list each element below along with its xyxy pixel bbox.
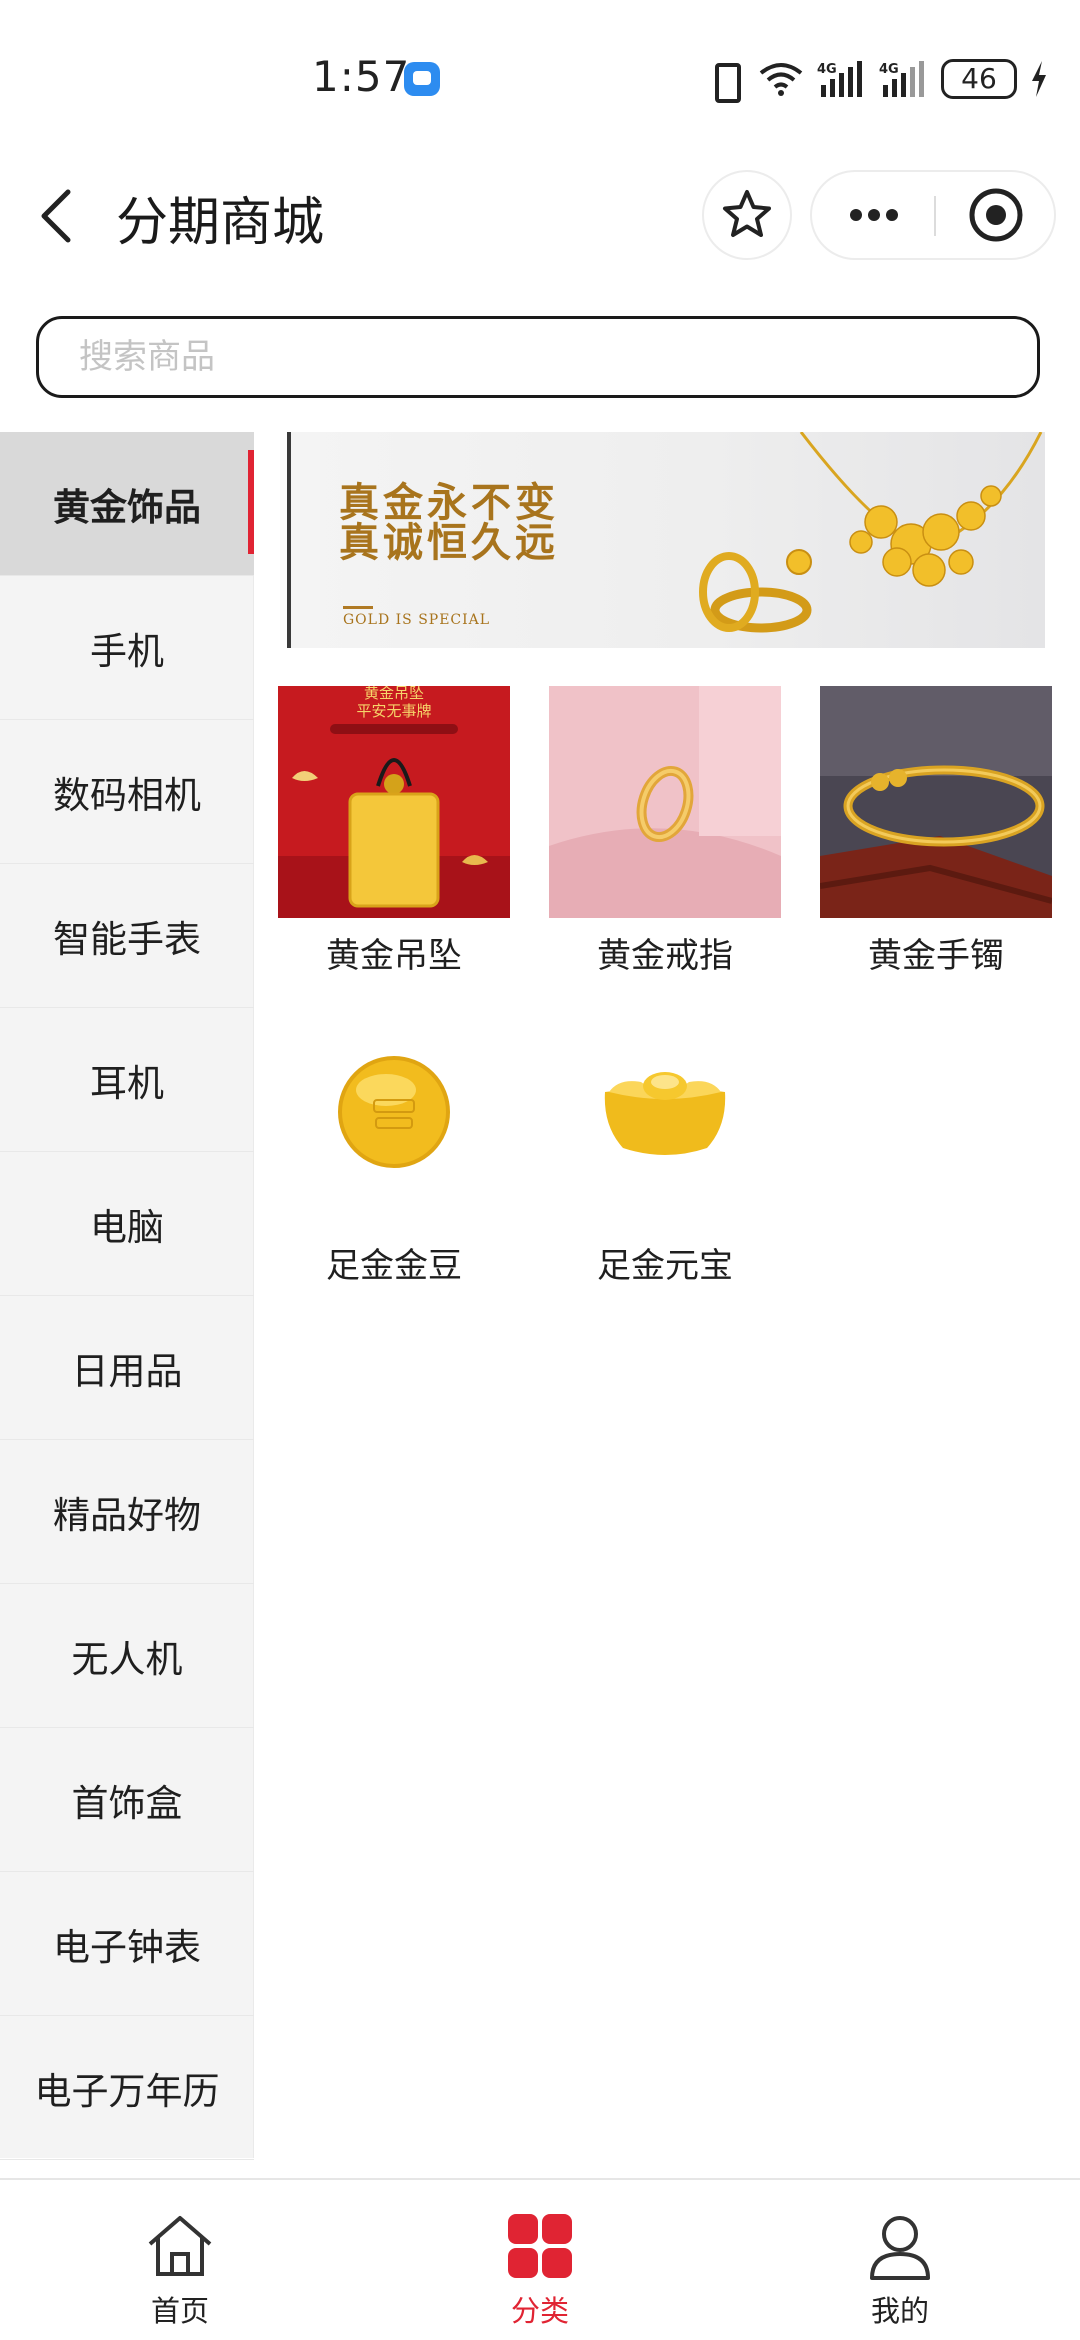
message-notification-icon [404, 62, 440, 96]
search-input[interactable] [79, 331, 979, 383]
wifi-icon [759, 63, 803, 96]
product-image [278, 1008, 510, 1240]
svg-text:4G: 4G [817, 62, 837, 77]
banner-rule [343, 606, 373, 609]
status-icons: 4G 4G 46 [705, 56, 1049, 103]
tab-label: 首页 [150, 2294, 209, 2328]
sidebar-item-label: 无人机 [71, 1637, 183, 1681]
sidebar-item-label: 首饰盒 [71, 1781, 183, 1825]
target-close-icon [969, 188, 1023, 242]
back-button[interactable] [30, 184, 90, 248]
banner-headline: 真诚恒久远 [339, 519, 559, 566]
charging-icon [1032, 61, 1046, 97]
sidebar-item-cameras[interactable]: 数码相机 [0, 720, 254, 864]
signal-4g-icon: 4G [817, 61, 862, 97]
sidebar-item-computers[interactable]: 电脑 [0, 1152, 254, 1296]
signal-4g-icon: 4G [879, 61, 924, 97]
tab-profile[interactable]: 我的 [800, 2180, 1000, 2340]
sidebar-item-label: 日用品 [71, 1349, 183, 1393]
svg-text:黄金吊坠: 黄金吊坠 [364, 686, 424, 702]
status-time: 1:57 [312, 52, 411, 101]
product-name: 黄金手镯 [868, 936, 1004, 976]
product-name: 黄金吊坠 [326, 936, 462, 976]
more-dots-icon [850, 209, 898, 221]
gold-necklace-rings-illustration [699, 432, 1043, 633]
product-image [549, 686, 781, 918]
star-icon [723, 190, 771, 237]
sidebar-item-label: 黄金饰品 [53, 485, 201, 529]
svg-text:平安无事牌: 平安无事牌 [356, 702, 431, 720]
status-bar: 1:57 4G 4G 46 [0, 0, 1080, 150]
battery-icon: 46 [941, 59, 1017, 99]
mini-program-capsule [810, 170, 1056, 260]
sidebar-item-electronic-clocks[interactable]: 电子钟表 [0, 1872, 254, 2016]
sidebar-item-label: 精品好物 [53, 1493, 201, 1537]
svg-text:4G: 4G [879, 62, 899, 77]
tab-home[interactable]: 首页 [80, 2180, 280, 2340]
sidebar-item-label: 电脑 [90, 1205, 164, 1249]
sidebar-item-label: 电子钟表 [53, 1925, 201, 1969]
gold-pendant-image: 黄金吊坠 平安无事牌 [278, 686, 510, 918]
tab-label: 我的 [870, 2294, 929, 2328]
tab-label: 分类 [510, 2294, 569, 2328]
product-name: 足金金豆 [326, 1246, 462, 1286]
category-sidebar: 黄金饰品 手机 数码相机 智能手表 耳机 电脑 日用品 精品好物 无人机 首饰盒… [0, 432, 254, 2160]
sidebar-item-label: 耳机 [90, 1061, 164, 1105]
category-icon [508, 2214, 572, 2278]
product-image [820, 686, 1052, 918]
bottom-tab-bar: 首页 分类 我的 [0, 2178, 1080, 2340]
product-card-gold-bracelet[interactable]: 黄金手镯 [820, 686, 1052, 986]
product-image [549, 1008, 781, 1240]
search-bar[interactable] [36, 316, 1040, 398]
product-name: 足金元宝 [597, 1246, 733, 1286]
back-arrow-icon [41, 189, 71, 243]
sidebar-item-label: 数码相机 [53, 773, 201, 817]
sidebar-item-earphones[interactable]: 耳机 [0, 1008, 254, 1152]
gold-ring-image [549, 686, 781, 918]
product-card-gold-ingot[interactable]: 足金元宝 [549, 1008, 781, 1298]
nav-bar: 分期商城 [0, 150, 1080, 280]
sidebar-item-premium-goods[interactable]: 精品好物 [0, 1440, 254, 1584]
sidebar-item-label: 电子万年历 [34, 2069, 220, 2113]
promo-banner[interactable]: 真金永不变 真诚恒久远 GOLD IS SPECIAL [287, 432, 1045, 648]
banner-subtitle: GOLD IS SPECIAL [343, 612, 491, 628]
product-card-gold-bean[interactable]: 足金金豆 [278, 1008, 510, 1298]
tab-category[interactable]: 分类 [440, 2180, 640, 2340]
sidebar-item-phones[interactable]: 手机 [0, 576, 254, 720]
close-mini-program-button[interactable] [936, 172, 1056, 258]
product-card-gold-ring[interactable]: 黄金戒指 [549, 686, 781, 986]
sidebar-item-gold-jewelry[interactable]: 黄金饰品 [0, 432, 254, 576]
favorite-button[interactable] [702, 170, 792, 260]
gold-ingot-image [549, 1008, 781, 1240]
user-icon [870, 2216, 930, 2280]
vibrate-icon [705, 59, 745, 103]
sidebar-item-label: 手机 [90, 629, 164, 673]
product-image: 黄金吊坠 平安无事牌 [278, 686, 510, 918]
home-icon [148, 2216, 212, 2276]
sidebar-item-daily-goods[interactable]: 日用品 [0, 1296, 254, 1440]
sidebar-item-smartwatches[interactable]: 智能手表 [0, 864, 254, 1008]
sidebar-item-electronic-calendars[interactable]: 电子万年历 [0, 2016, 254, 2160]
sidebar-item-label: 智能手表 [53, 917, 201, 961]
more-button[interactable] [812, 172, 934, 258]
product-card-gold-pendant[interactable]: 黄金吊坠 平安无事牌 黄金吊坠 [278, 686, 510, 986]
product-name: 黄金戒指 [597, 936, 733, 976]
gold-bracelet-image [820, 686, 1052, 918]
page-title: 分期商城 [116, 193, 325, 253]
sidebar-item-jewelry-boxes[interactable]: 首饰盒 [0, 1728, 254, 1872]
sidebar-item-drones[interactable]: 无人机 [0, 1584, 254, 1728]
gold-bean-image [278, 1008, 510, 1240]
